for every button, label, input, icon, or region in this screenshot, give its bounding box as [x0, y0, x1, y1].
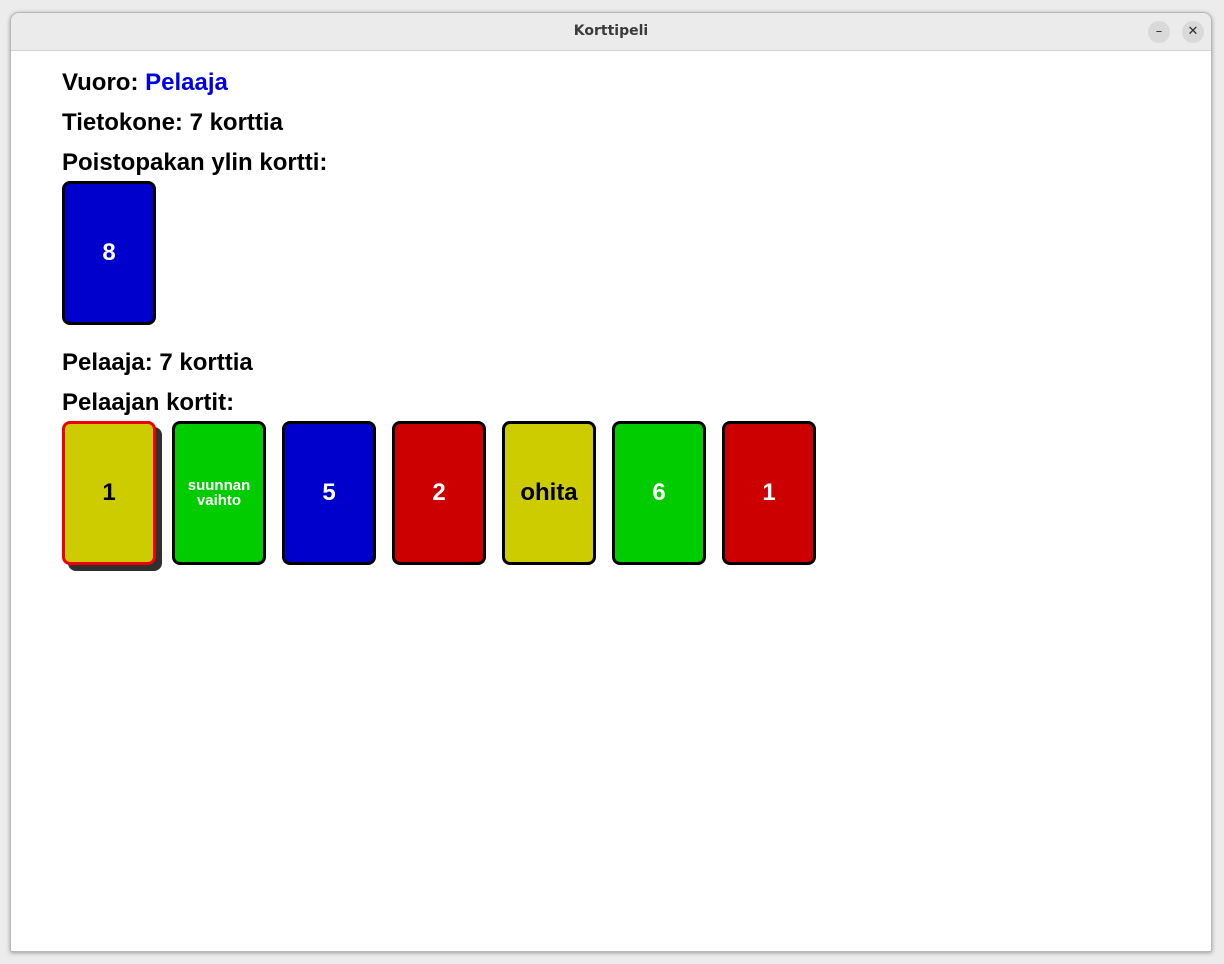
hand-card-value: suunnan vaihto	[187, 477, 251, 509]
title-bar: Korttipeli – ✕	[11, 13, 1211, 51]
minimize-button[interactable]: –	[1148, 21, 1170, 43]
hand-card-value: ohita	[520, 479, 578, 506]
hand-card[interactable]: 1	[62, 421, 156, 565]
hand-card-value: 2	[432, 479, 446, 506]
game-area: Vuoro: Pelaaja Tietokone: 7 korttia Pois…	[11, 51, 1211, 951]
hand-card[interactable]: 2	[392, 421, 486, 565]
turn-value: Pelaaja	[145, 69, 228, 96]
game-window: Korttipeli – ✕ Vuoro: Pelaaja Tietokone:…	[10, 12, 1212, 952]
hand-card[interactable]: 5	[282, 421, 376, 565]
player-hand-label: Pelaajan kortit:	[62, 389, 235, 416]
hand-card-value: 1	[762, 479, 776, 506]
hand-card[interactable]: suunnan vaihto	[172, 421, 266, 565]
player-card-count: Pelaaja: 7 korttia	[62, 349, 253, 376]
computer-card-count: Tietokone: 7 korttia	[62, 109, 283, 136]
hand-card-value: 5	[322, 479, 336, 506]
turn-status: Vuoro: Pelaaja	[62, 69, 228, 97]
hand-card[interactable]: 6	[612, 421, 706, 565]
close-button[interactable]: ✕	[1182, 21, 1204, 43]
hand-card[interactable]: 1	[722, 421, 816, 565]
hand-card-value: 1	[102, 479, 116, 506]
hand-card-value: 6	[652, 479, 666, 506]
discard-pile-card: 8	[62, 181, 156, 325]
turn-label: Vuoro:	[62, 69, 139, 96]
discard-card-value: 8	[102, 239, 116, 266]
hand-card[interactable]: ohita	[502, 421, 596, 565]
discard-pile-label: Poistopakan ylin kortti:	[62, 149, 328, 176]
window-title: Korttipeli	[573, 23, 649, 39]
